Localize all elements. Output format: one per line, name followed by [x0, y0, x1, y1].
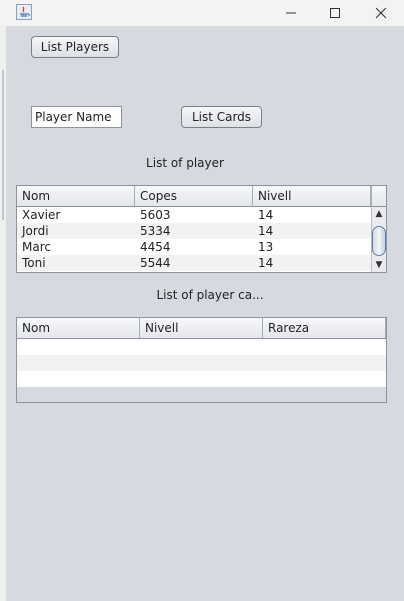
table-row[interactable] — [17, 355, 386, 371]
player-name-input[interactable] — [31, 106, 122, 128]
column-header-nivell[interactable]: Nivell — [140, 318, 263, 338]
players-table-label: List of player — [146, 156, 224, 170]
cell-copes: 5544 — [140, 256, 171, 270]
table-row[interactable] — [17, 339, 386, 355]
cell-copes: 5603 — [140, 208, 171, 222]
players-table: Nom Copes Nivell Xavier 5603 14 Jordi 53… — [16, 185, 387, 273]
table-row[interactable]: Jordi 5334 14 — [17, 223, 371, 239]
cell-nivell: 14 — [258, 208, 274, 222]
header-corner — [371, 186, 386, 207]
maximize-icon — [330, 8, 340, 18]
cards-table-label: List of player ca... — [156, 288, 264, 302]
cards-table-body — [17, 339, 386, 387]
title-bar — [0, 0, 404, 26]
column-header-nom[interactable]: Nom — [17, 318, 140, 338]
cards-table-header: Nom Nivell Rareza — [17, 318, 386, 339]
players-table-scrollbar[interactable]: ▲ ▼ — [371, 207, 386, 272]
close-icon — [375, 7, 387, 19]
table-row[interactable]: Xavier 5603 14 — [17, 207, 371, 223]
list-players-button[interactable]: List Players — [31, 36, 119, 58]
players-table-body: Xavier 5603 14 Jordi 5334 14 Marc 4454 1… — [17, 207, 371, 271]
edge-marker — [2, 70, 4, 220]
column-header-copes[interactable]: Copes — [135, 186, 253, 206]
scroll-thumb[interactable] — [372, 226, 386, 256]
scroll-down-arrow-icon[interactable]: ▼ — [372, 258, 386, 272]
cell-copes: 4454 — [140, 240, 171, 254]
cards-table: Nom Nivell Rareza — [16, 317, 387, 403]
cell-nom: Marc — [22, 240, 51, 254]
column-header-rareza[interactable]: Rareza — [263, 318, 386, 338]
list-cards-button[interactable]: List Cards — [181, 106, 262, 128]
players-table-header: Nom Copes Nivell — [17, 186, 371, 207]
minimize-button[interactable] — [268, 0, 314, 26]
column-header-nivell[interactable]: Nivell — [253, 186, 371, 206]
left-edge — [0, 26, 6, 601]
table-row[interactable]: Toni 5544 14 — [17, 255, 371, 271]
app-window: List Players List Cards List of player N… — [0, 0, 404, 601]
cell-nom: Jordi — [22, 224, 49, 238]
table-row[interactable] — [17, 371, 386, 387]
cell-copes: 5334 — [140, 224, 171, 238]
table-row[interactable]: Marc 4454 13 — [17, 239, 371, 255]
cell-nivell: 13 — [258, 240, 274, 254]
cell-nom: Toni — [22, 256, 46, 270]
scroll-up-arrow-icon[interactable]: ▲ — [372, 207, 386, 221]
minimize-icon — [286, 12, 296, 14]
close-button[interactable] — [358, 0, 404, 26]
java-icon — [16, 4, 32, 20]
cell-nivell: 14 — [258, 256, 274, 270]
column-header-nom[interactable]: Nom — [17, 186, 135, 206]
cell-nivell: 14 — [258, 224, 274, 238]
cell-nom: Xavier — [22, 208, 61, 222]
maximize-button[interactable] — [312, 0, 358, 26]
